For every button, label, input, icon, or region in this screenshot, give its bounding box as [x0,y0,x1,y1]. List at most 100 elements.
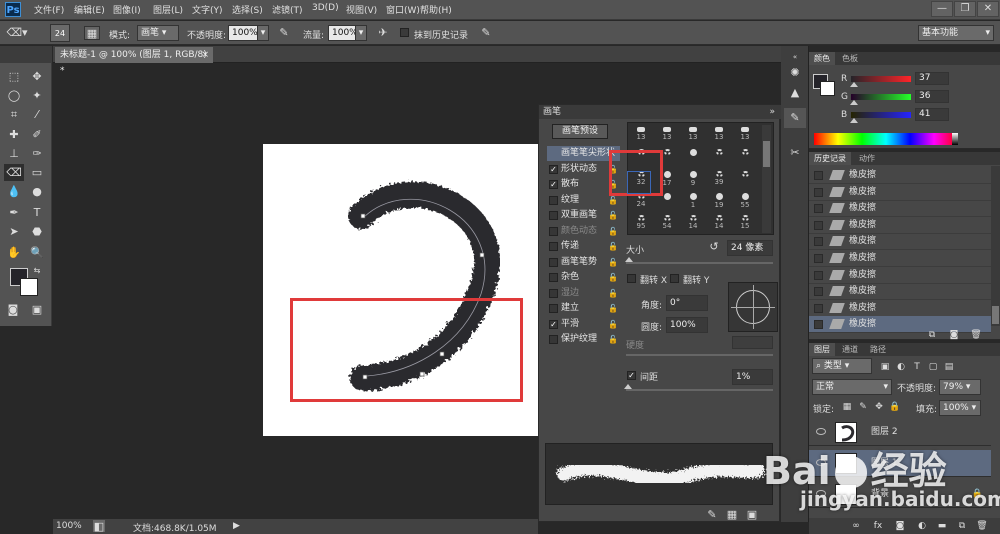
tab-history[interactable]: 历史记录 [809,152,851,165]
brush-tip[interactable]: 15 [734,214,756,231]
brush-tip[interactable] [734,170,756,187]
color-spectrum-bar[interactable] [814,133,958,145]
pen-tool-icon[interactable]: ✒ [4,204,24,221]
magic-wand-tool-icon[interactable]: ✦ [27,87,47,104]
close-window-button[interactable]: ✕ [977,1,999,17]
angle-roundness-widget[interactable] [728,282,778,332]
brush-setting-checkbox[interactable] [549,304,558,313]
quick-mask-icon[interactable]: ◙ [6,303,20,317]
erase-history-checkbox[interactable] [400,28,409,37]
brush-tip[interactable]: 14 [708,214,730,231]
flip-y-checkbox[interactable] [670,274,679,283]
tool-presets-icon[interactable]: ✂ [787,146,803,160]
history-state[interactable]: 橡皮擦 [809,167,991,184]
filter-type-icon[interactable]: T [911,360,923,374]
menu-item[interactable]: 帮助(H) [420,3,452,16]
brush-tip[interactable]: 95 [630,214,652,231]
roundness-field[interactable]: 100% [666,317,708,333]
history-state-checkbox[interactable] [814,270,823,280]
clone-stamp-tool-icon[interactable]: ⊥ [4,145,24,162]
brush-panel-icon[interactable]: ✎ [784,108,806,128]
history-state-checkbox[interactable] [814,187,823,197]
tip-grid-scrollbar[interactable] [762,125,771,233]
lasso-tool-icon[interactable]: ◯ [4,87,24,104]
menu-item[interactable]: 窗口(W) [386,3,420,16]
brush-setting-checkbox[interactable] [549,257,558,267]
lock-icon[interactable]: 🔓 [608,270,618,285]
reset-size-icon[interactable]: ↺ [707,240,721,254]
brush-presets-button[interactable]: 画笔预设 [552,124,608,139]
link-layers-icon[interactable]: ∞ [849,519,863,533]
history-scrollbar[interactable] [991,166,1000,326]
menu-item[interactable]: 文字(Y) [192,3,223,16]
strip-collapse-icon[interactable]: « [787,50,803,61]
brush-setting-checkbox[interactable]: ✓ [549,319,558,329]
opacity-field[interactable]: 100% [228,25,258,41]
add-mask-icon[interactable]: ◙ [893,519,907,533]
brush-setting-checkbox[interactable] [549,273,558,282]
history-state-checkbox[interactable] [814,204,823,214]
background-color-swatch[interactable] [20,278,38,296]
eraser-tool-icon[interactable]: ⌫▾ [6,26,28,40]
history-state[interactable]: 橡皮擦 [809,267,991,284]
history-state-checkbox[interactable] [814,287,823,297]
path-selection-tool-icon[interactable]: ➤ [4,223,24,240]
lock-icon[interactable]: 🔓 [608,317,618,332]
delete-state-icon[interactable]: 🗑 [969,328,983,342]
healing-brush-tool-icon[interactable]: ✚ [4,126,24,143]
menu-item[interactable]: 图像(I) [113,3,141,16]
history-state[interactable]: 橡皮擦 [809,300,991,317]
new-doc-from-state-icon[interactable]: ⧉ [925,328,939,342]
bw-ramp[interactable] [952,133,958,145]
tab-swatches[interactable]: 色板 [837,52,863,65]
close-document-icon[interactable]: × [201,47,209,63]
menu-item[interactable]: 文件(F) [34,3,64,16]
menu-item[interactable]: 编辑(E) [74,3,105,16]
mode-select[interactable]: 画笔 ▾ [137,25,179,41]
filter-shape-icon[interactable]: ▢ [927,360,939,374]
brush-tip[interactable]: 54 [656,214,678,231]
brush-tip[interactable]: 13 [734,126,756,143]
swap-colors-icon[interactable]: ⇆ [32,264,42,278]
delete-layer-icon[interactable]: 🗑 [975,519,989,533]
channel-value[interactable]: 37 [915,72,949,85]
brush-tool-icon[interactable]: ✐ [27,126,47,143]
type-tool-icon[interactable]: T [27,204,47,221]
screen-mode-icon[interactable]: ▣ [30,303,44,317]
brush-setting-checkbox[interactable]: ✓ [549,180,558,189]
filter-adjust-icon[interactable]: ◐ [895,360,907,374]
brush-tip[interactable] [682,148,704,165]
layer-opacity-field[interactable]: 79% ▾ [939,379,981,395]
channel-value[interactable]: 41 [915,108,949,121]
pressure-size-icon[interactable]: ✎ [478,26,494,40]
brush-setting-checkbox[interactable]: ✓ [549,164,558,174]
history-state[interactable]: 橡皮擦 [809,184,991,201]
tab-actions[interactable]: 动作 [854,152,880,165]
visibility-eye-icon[interactable] [816,428,826,435]
brush-tip[interactable]: 1 [682,192,704,209]
brush-tip[interactable]: 13 [708,126,730,143]
eyedropper-tool-icon[interactable]: ⁄ [27,106,47,123]
channel-slider[interactable] [851,112,911,118]
history-state-checkbox[interactable] [814,303,823,313]
panel-collapse-icon[interactable]: » [769,105,775,119]
lock-icon[interactable]: 🔓 [608,255,618,270]
tab-color[interactable]: 颜色 [809,52,835,65]
brush-tip[interactable] [708,148,730,165]
brush-tip[interactable]: 9 [682,170,704,187]
menu-item[interactable]: 视图(V) [346,3,377,16]
shape-tool-icon[interactable]: ⬣ [27,223,47,240]
brush-tip[interactable]: 19 [708,192,730,209]
spacing-checkbox[interactable]: ✓ [627,371,636,380]
spacing-slider[interactable] [626,389,773,391]
history-state[interactable]: 橡皮擦 [809,250,991,267]
history-state-checkbox[interactable] [814,320,823,330]
lock-icon[interactable]: 🔓 [608,286,618,301]
brush-tip[interactable]: 55 [734,192,756,209]
histogram-icon[interactable]: ▲ [787,86,803,100]
channel-slider[interactable] [851,94,911,100]
export-icon[interactable]: ◧ [93,520,105,533]
brush-panel-toggle-icon[interactable]: ▦ [84,26,100,40]
channel-slider-thumb[interactable] [850,82,858,87]
brush-tip[interactable]: 14 [682,214,704,231]
